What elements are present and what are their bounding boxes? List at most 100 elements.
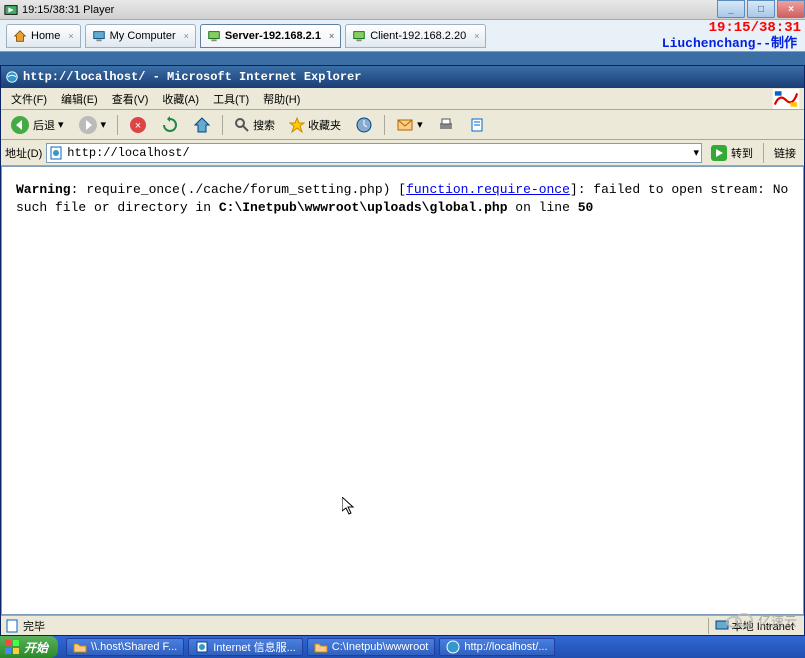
toolbar-separator xyxy=(222,115,223,135)
mail-button[interactable]: ▾ xyxy=(391,113,428,137)
msg-text: : require_once(./cache/forum_setting.php… xyxy=(71,182,406,197)
history-icon xyxy=(355,116,373,134)
menu-tools[interactable]: 工具(T) xyxy=(207,89,255,109)
print-button[interactable] xyxy=(432,113,460,137)
go-label: 转到 xyxy=(731,145,753,161)
player-tabbar: Home × My Computer × Server-192.168.2.1 … xyxy=(0,20,805,52)
tab-mycomputer[interactable]: My Computer × xyxy=(85,24,196,48)
ie-icon xyxy=(446,640,460,654)
address-field-container: ▾ xyxy=(46,143,702,163)
start-label: 开始 xyxy=(24,639,48,656)
overlay-timestamp: 19:15/38:31 xyxy=(709,20,801,36)
tab-close-icon[interactable]: × xyxy=(329,31,334,41)
start-button[interactable]: 开始 xyxy=(0,636,58,658)
tab-label: Home xyxy=(31,30,60,42)
address-input[interactable] xyxy=(67,146,689,160)
page-icon xyxy=(49,146,63,160)
toolbar-separator xyxy=(384,115,385,135)
function-link[interactable]: function.require-once xyxy=(406,182,570,197)
menu-file[interactable]: 文件(F) xyxy=(5,89,53,109)
folder-icon xyxy=(73,640,87,654)
cloud-watermark: 亿速云 xyxy=(724,610,797,630)
php-warning-message: Warning: require_once(./cache/forum_sett… xyxy=(16,181,789,217)
player-maximize-button[interactable]: □ xyxy=(747,0,775,18)
favorites-button[interactable]: 收藏夹 xyxy=(284,114,346,136)
search-button[interactable]: 搜索 xyxy=(229,114,280,136)
refresh-button[interactable] xyxy=(156,113,184,137)
warning-label: Warning xyxy=(16,182,71,197)
tab-server[interactable]: Server-192.168.2.1 × xyxy=(200,24,341,48)
ie-title-text: http://localhost/ - Microsoft Internet E… xyxy=(23,70,361,84)
ie-icon xyxy=(5,70,19,84)
history-button[interactable] xyxy=(350,113,378,137)
mouse-cursor-icon xyxy=(342,497,358,517)
taskbar-item-label: http://localhost/... xyxy=(464,641,547,653)
ie-titlebar[interactable]: http://localhost/ - Microsoft Internet E… xyxy=(1,66,804,88)
menu-help[interactable]: 帮助(H) xyxy=(257,89,306,109)
player-titlebar: 19:15/38:31 Player _ □ × xyxy=(0,0,805,20)
back-label: 后退 xyxy=(33,117,55,133)
edit-button[interactable] xyxy=(464,113,492,137)
search-label: 搜索 xyxy=(253,117,275,133)
go-icon xyxy=(710,144,728,162)
star-icon xyxy=(289,117,305,133)
windows-logo-icon xyxy=(4,639,20,655)
address-label: 地址(D) xyxy=(5,145,42,161)
page-icon xyxy=(5,619,19,633)
toolbar-separator xyxy=(763,143,764,163)
iis-icon xyxy=(195,640,209,654)
go-button[interactable]: 转到 xyxy=(706,142,757,164)
dropdown-icon[interactable]: ▾ xyxy=(693,146,699,159)
ie-statusbar: 完毕 本地 Intranet xyxy=(1,615,804,635)
toolbar-separator xyxy=(117,115,118,135)
ie-menubar: 文件(F) 编辑(E) 查看(V) 收藏(A) 工具(T) 帮助(H) xyxy=(1,88,804,110)
status-text: 完毕 xyxy=(23,618,45,634)
server-icon xyxy=(207,29,221,43)
tab-close-icon[interactable]: × xyxy=(68,31,73,41)
home-button[interactable] xyxy=(188,113,216,137)
menu-favorites[interactable]: 收藏(A) xyxy=(156,89,205,109)
vm-screen: 19:15/38:31 Home × My Computer × Server-… xyxy=(0,20,805,658)
stop-button[interactable]: × xyxy=(124,113,152,137)
menu-view[interactable]: 查看(V) xyxy=(106,89,155,109)
home-icon xyxy=(13,29,27,43)
refresh-icon xyxy=(161,116,179,134)
ie-viewport: Warning: require_once(./cache/forum_sett… xyxy=(1,166,804,615)
taskbar-item[interactable]: Internet 信息服... xyxy=(188,638,303,656)
tab-label: Server-192.168.2.1 xyxy=(225,30,321,42)
back-icon xyxy=(10,115,30,135)
print-icon xyxy=(437,116,455,134)
client-icon xyxy=(352,29,366,43)
ie-toolbar: 后退 ▾ ▾ × 搜索 收藏夹 ▾ xyxy=(1,110,804,140)
tab-home[interactable]: Home × xyxy=(6,24,81,48)
cloud-icon xyxy=(724,610,754,630)
tab-label: My Computer xyxy=(110,30,176,42)
player-close-button[interactable]: × xyxy=(777,0,805,18)
tab-close-icon[interactable]: × xyxy=(474,31,479,41)
taskbar-item-label: \\.host\Shared F... xyxy=(91,641,177,653)
taskbar-item[interactable]: C:\Inetpub\wwwroot xyxy=(307,638,436,656)
player-title-text: 19:15/38:31 Player xyxy=(22,4,114,16)
player-minimize-button[interactable]: _ xyxy=(717,0,745,18)
links-label[interactable]: 链接 xyxy=(770,145,800,161)
cloud-watermark-text: 亿速云 xyxy=(758,611,797,630)
taskbar-item-label: Internet 信息服... xyxy=(213,639,296,655)
menu-edit[interactable]: 编辑(E) xyxy=(55,89,104,109)
taskbar-item[interactable]: http://localhost/... xyxy=(439,638,554,656)
tab-close-icon[interactable]: × xyxy=(184,31,189,41)
search-icon xyxy=(234,117,250,133)
line-number: 50 xyxy=(578,200,594,215)
file-path: C:\Inetpub\wwwroot\uploads\global.php xyxy=(219,200,508,215)
favorites-label: 收藏夹 xyxy=(308,117,341,133)
computer-icon xyxy=(92,29,106,43)
taskbar-item[interactable]: \\.host\Shared F... xyxy=(66,638,184,656)
taskbar-item-label: C:\Inetpub\wwwroot xyxy=(332,641,429,653)
forward-button[interactable]: ▾ xyxy=(73,112,112,138)
tab-client[interactable]: Client-192.168.2.20 × xyxy=(345,24,486,48)
svg-text:×: × xyxy=(135,120,141,132)
ie-addressbar: 地址(D) ▾ 转到 链接 xyxy=(1,140,804,166)
mail-icon xyxy=(396,116,414,134)
ie-window: http://localhost/ - Microsoft Internet E… xyxy=(0,65,805,636)
back-button[interactable]: 后退 ▾ xyxy=(5,112,69,138)
msg-text: on line xyxy=(508,200,578,215)
